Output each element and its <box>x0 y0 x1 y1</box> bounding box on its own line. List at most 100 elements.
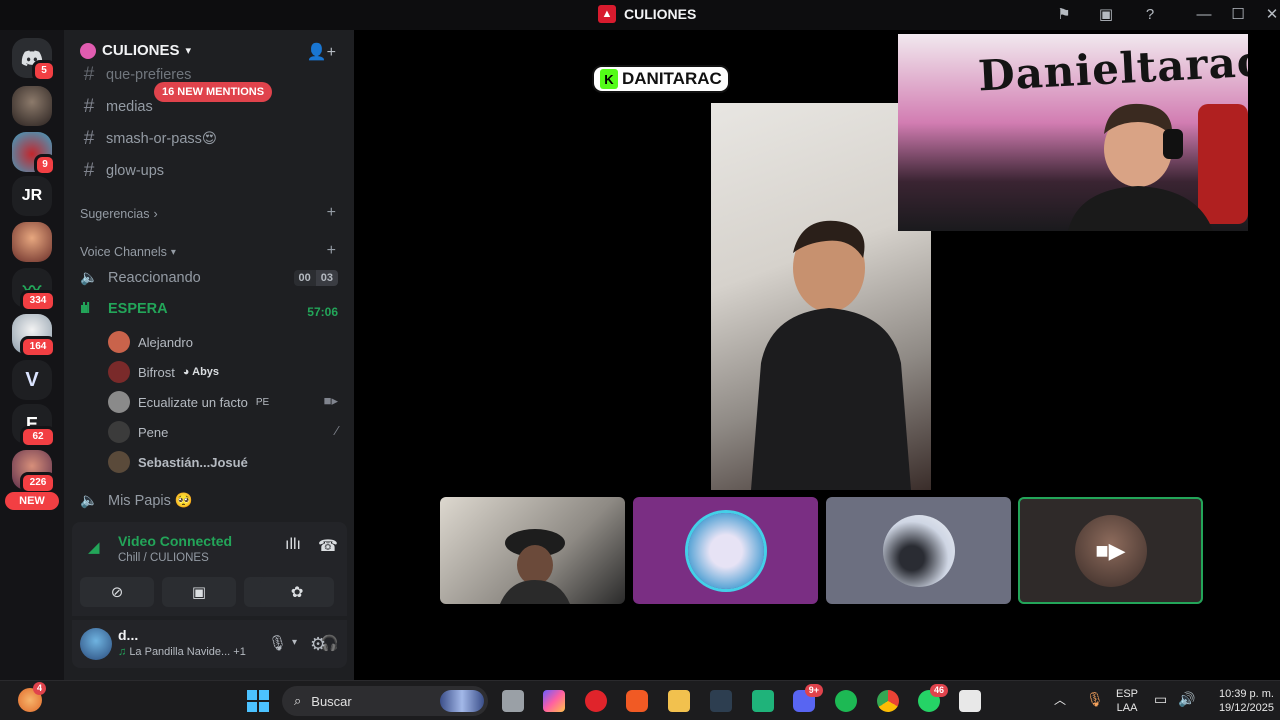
discord-taskbar-badge: 9+ <box>804 684 823 697</box>
participant-avatar-tile[interactable] <box>633 497 818 604</box>
hash-icon: # <box>83 128 95 149</box>
server-icon[interactable]: JR <box>12 176 52 216</box>
disconnect-icon[interactable]: ☎ <box>318 536 338 556</box>
connection-status[interactable]: Video Connected <box>118 533 232 549</box>
video-stage: K DANITARAC Danieltarac ■▶ <box>354 30 1280 680</box>
spotify-icon[interactable] <box>835 690 857 712</box>
participant-avatar-tile[interactable] <box>826 497 1011 604</box>
chevron-down-icon[interactable]: ▾ <box>292 637 297 648</box>
voice-member[interactable]: Ecualizate un facto PE <box>108 391 269 413</box>
chrome-icon[interactable] <box>877 690 899 712</box>
whatsapp-badge: 46 <box>929 684 948 697</box>
soundboard-icon: ✿ <box>290 584 304 601</box>
search-highlight-image <box>440 690 484 712</box>
voice-channel-item[interactable]: 🔈 Reaccionando <box>80 269 201 287</box>
snipping-tool-icon[interactable] <box>959 690 981 712</box>
camera-off-icon: ⊘ <box>110 584 124 601</box>
copilot-icon[interactable] <box>543 690 565 712</box>
channel-item[interactable]: # glow-ups <box>80 160 164 182</box>
streamer-webcam-overlay: Danieltarac <box>898 34 1248 231</box>
language-indicator[interactable]: ESP LAA <box>1116 687 1138 715</box>
chevron-up-icon[interactable]: ︿ <box>1054 693 1066 707</box>
voice-channel-name: Reaccionando <box>108 269 201 286</box>
server-icon[interactable]: V <box>12 360 52 400</box>
screen-share-icon[interactable]: ▣ <box>1096 5 1116 25</box>
taskbar-search[interactable]: ⌕ Buscar <box>282 686 488 716</box>
terminal-icon[interactable] <box>710 690 732 712</box>
avatar <box>108 331 130 353</box>
server-icon[interactable] <box>12 222 52 262</box>
search-icon: ⌕ <box>294 693 302 708</box>
invite-icon[interactable]: 👤+ <box>307 42 336 62</box>
voice-member[interactable]: Pene <box>108 421 168 443</box>
avatar <box>108 451 130 473</box>
new-mentions-pill[interactable]: 16 NEW MENTIONS <box>154 82 273 102</box>
window-title: ▲ CULIONES <box>598 5 696 23</box>
participant-avatar-tile-speaking[interactable]: ■▶ <box>1018 497 1203 604</box>
guild-header[interactable]: CULIONES ▾ <box>80 42 191 59</box>
new-unreads-pill[interactable]: NEW <box>5 492 59 510</box>
sticker-text: DANITARAC <box>622 69 722 88</box>
opera-icon[interactable] <box>585 690 607 712</box>
category-suggestions[interactable]: Sugerencias › <box>80 207 158 221</box>
microphone-in-use-icon[interactable]: 🎙 <box>1086 692 1104 706</box>
start-button[interactable] <box>247 690 269 712</box>
connection-location[interactable]: Chill / CULIONES <box>118 552 209 564</box>
discord-home-button[interactable]: 5 <box>12 38 56 82</box>
clock-time: 10:39 p. m. <box>1218 688 1274 700</box>
soundboard-button[interactable]: ✿ <box>260 577 334 607</box>
help-icon[interactable]: ? <box>1140 5 1160 25</box>
avatar <box>108 391 130 413</box>
streamer-silhouette <box>1068 103 1248 231</box>
category-voice[interactable]: Voice Channels ▾ <box>80 245 176 259</box>
voice-member[interactable]: Bifrost ◕ Abys <box>108 361 219 383</box>
brave-icon[interactable] <box>626 690 648 712</box>
network-icon[interactable]: ▭ <box>1154 692 1167 706</box>
user-name[interactable]: d... <box>118 627 138 643</box>
maximize-button[interactable]: ☐ <box>1228 5 1248 25</box>
voice-member[interactable]: Alejandro <box>108 331 193 353</box>
server-icon[interactable] <box>12 86 52 126</box>
user-activity: ♫ La Pandilla Navide... +1 <box>118 646 246 658</box>
voice-channel-item[interactable]: 🔈 Mis Papis 🥺 <box>80 492 193 509</box>
settings-gear-icon[interactable]: ⚙ <box>310 634 326 655</box>
server-icon[interactable]: 164 <box>12 314 56 358</box>
discord-taskbar-icon[interactable]: 9+ <box>793 684 823 712</box>
flag-icon[interactable]: ⚑ <box>1054 5 1074 25</box>
file-explorer-icon[interactable] <box>668 690 690 712</box>
channel-item[interactable]: # smash-or-pass😍 <box>80 128 217 150</box>
microphone-icon[interactable]: 🎙 <box>268 634 287 652</box>
add-channel-icon[interactable]: + <box>327 242 336 260</box>
server-icon[interactable]: 9 <box>12 132 56 176</box>
voice-user-count: 00 03 <box>293 270 338 286</box>
task-view-icon[interactable] <box>502 690 524 712</box>
app-icon[interactable] <box>752 690 774 712</box>
whatsapp-icon[interactable]: 46 <box>918 684 948 712</box>
clock[interactable]: 10:39 p. m. 19/12/2025 <box>1208 687 1274 715</box>
close-button[interactable]: ✕ <box>1262 5 1280 25</box>
screen-share-button[interactable]: ▣ <box>162 577 236 607</box>
window-title-text: CULIONES <box>624 6 697 22</box>
user-panel: d... ♫ La Pandilla Navide... +1 🎙 ▾ 🎧 ▾ <box>72 620 347 668</box>
voice-channel-item-active[interactable]: ılıl ESPERA <box>80 301 168 317</box>
server-icon[interactable]: 〰 334 <box>12 268 56 312</box>
toggle-camera-button[interactable]: ⊘ <box>80 577 154 607</box>
server-icon[interactable]: 226 <box>12 450 56 494</box>
avatar[interactable] <box>80 628 112 660</box>
volume-icon[interactable]: 🔊 <box>1178 692 1195 706</box>
minimize-button[interactable]: — <box>1194 5 1214 25</box>
server-icon[interactable]: E 62 <box>12 404 56 448</box>
participant-video-tile[interactable] <box>440 497 625 604</box>
channel-item[interactable]: # medias <box>80 96 153 118</box>
server-logo-icon: ▲ <box>598 5 616 23</box>
noise-suppression-icon[interactable]: ıllı <box>285 536 301 554</box>
participant-avatar <box>687 512 764 589</box>
stream-overlay-sticker: K DANITARAC <box>594 67 728 91</box>
call-timer: 57:06 <box>307 305 338 319</box>
add-channel-icon[interactable]: + <box>327 204 336 222</box>
member-tag: PE <box>255 396 270 408</box>
signal-icon: ◢ <box>88 539 100 556</box>
voice-member[interactable]: Sebastián...Josué <box>108 451 248 473</box>
weather-widget-icon[interactable]: 4 <box>18 682 46 712</box>
voice-activity-icon: ılıl <box>80 301 90 317</box>
